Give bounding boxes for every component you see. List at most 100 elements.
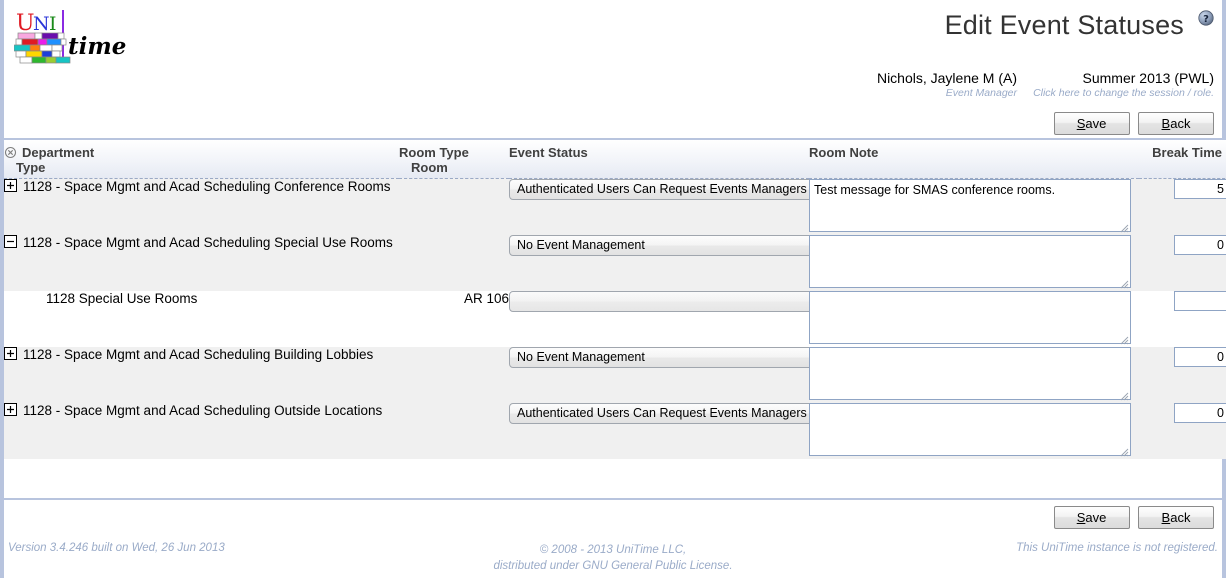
save-button-top[interactable]: Save — [1053, 112, 1130, 135]
room-note-wrapper — [809, 402, 1131, 456]
plus-icon[interactable] — [4, 346, 17, 360]
svg-text:N: N — [33, 13, 50, 35]
save-button-bottom[interactable]: Save — [1053, 506, 1130, 529]
break-time-input[interactable] — [1174, 234, 1226, 255]
session-info[interactable]: Summer 2013 (PWL) Click here to change t… — [1033, 70, 1214, 100]
cell-room-type — [399, 178, 509, 235]
cell-department: 1128 - Space Mgmt and Acad Scheduling Co… — [4, 178, 399, 235]
cell-event-status: Authenticated Users Can Request Events M… — [509, 178, 904, 235]
collapse-all-icon[interactable] — [4, 146, 17, 159]
department-label: 1128 - Space Mgmt and Acad Scheduling Sp… — [23, 234, 393, 250]
cell-room-note — [809, 290, 1139, 347]
cell-break-time — [1139, 178, 1226, 235]
column-header-event-status-label: Event Status — [509, 145, 588, 160]
page-title: Edit Event Statuses — [944, 10, 1184, 40]
unitime-logo: U N I time — [14, 8, 138, 70]
cell-room-note — [809, 178, 1139, 235]
application-page: U N I time Edit Event Statuses ? Nichols… — [0, 0, 1226, 578]
column-header-break-time-label: Break Time — [1152, 145, 1222, 160]
back-button-top[interactable]: Back — [1138, 112, 1214, 135]
save-label-top: ave — [1085, 116, 1107, 131]
cell-room-type: AR 106 — [399, 290, 509, 347]
cell-break-time — [1139, 290, 1226, 347]
help-question-icon[interactable]: ? — [1198, 10, 1214, 26]
department-label: 1128 Special Use Rooms — [46, 290, 198, 306]
footer-registration: This UniTime instance is not registered. — [1016, 542, 1218, 554]
cell-room-note — [809, 402, 1139, 459]
cell-room-type — [399, 402, 509, 459]
column-header-room-note[interactable]: Room Note — [809, 140, 1139, 179]
column-header-room-type[interactable]: Room Type Room — [399, 140, 509, 179]
cell-event-status: Authenticated Users Can Request Events M… — [509, 402, 904, 459]
cell-break-time — [1139, 402, 1226, 459]
room-note-wrapper — [809, 290, 1131, 344]
column-header-break-time[interactable]: Break Time — [1139, 140, 1226, 179]
cell-room-note — [809, 346, 1139, 403]
page-footer: Version 3.4.246 built on Wed, 26 Jun 201… — [4, 538, 1222, 578]
department-label: 1128 - Space Mgmt and Acad Scheduling Bu… — [23, 346, 374, 362]
room-type-label: AR 106 — [463, 290, 509, 306]
break-time-input[interactable] — [1174, 402, 1226, 423]
break-time-input[interactable] — [1174, 178, 1226, 199]
table-row: 1128 - Space Mgmt and Acad Scheduling Bu… — [4, 346, 1226, 403]
room-note-input[interactable] — [809, 346, 1131, 400]
department-label: 1128 - Space Mgmt and Acad Scheduling Ou… — [23, 402, 383, 418]
cell-event-status — [509, 290, 904, 347]
table-body: 1128 - Space Mgmt and Acad Scheduling Co… — [4, 178, 1226, 459]
cell-department: 1128 - Space Mgmt and Acad Scheduling Ou… — [4, 402, 399, 459]
minus-icon[interactable] — [4, 234, 17, 248]
room-note-input[interactable] — [809, 178, 1131, 232]
column-header-event-status[interactable]: Event Status — [509, 140, 809, 179]
svg-text:?: ? — [1203, 14, 1209, 25]
back-accel-bottom: B — [1161, 510, 1171, 525]
back-label-top: ack — [1170, 116, 1191, 131]
top-button-bar: Save Back — [4, 112, 1222, 140]
cell-event-status: No Event Management — [509, 346, 904, 403]
table-row: 1128 - Space Mgmt and Acad Scheduling Co… — [4, 178, 1226, 235]
cell-room-type — [399, 234, 509, 291]
table-row: 1128 - Space Mgmt and Acad Scheduling Ou… — [4, 402, 1226, 459]
cell-event-status: No Event Management — [509, 234, 904, 291]
room-note-wrapper — [809, 346, 1131, 400]
table-row: 1128 Special Use Rooms AR 106 — [4, 290, 1226, 347]
cell-break-time — [1139, 234, 1226, 291]
bottom-button-bar: Save Back — [4, 498, 1222, 538]
room-note-input[interactable] — [809, 290, 1131, 344]
room-note-input[interactable] — [809, 234, 1131, 288]
event-statuses-table: Department Type Room Type Room Event Sta… — [4, 140, 1226, 459]
cell-department: 1128 Special Use Rooms — [4, 290, 399, 347]
back-label-bottom: ack — [1170, 510, 1191, 525]
column-header-department-label: Department — [22, 145, 95, 160]
change-session-role-link[interactable]: Click here to change the session / role. — [1033, 87, 1214, 100]
page-header: U N I time Edit Event Statuses ? Nichols… — [4, 0, 1222, 112]
column-header-room-type-label: Room Type — [399, 145, 469, 160]
footer-copyright-line2: distributed under GNU General Public Lic… — [493, 560, 733, 572]
svg-text:I: I — [49, 13, 57, 35]
plus-icon[interactable] — [4, 402, 17, 416]
column-header-room-label: Room — [411, 160, 448, 175]
svg-text:time: time — [68, 33, 126, 60]
plus-icon[interactable] — [4, 178, 17, 192]
break-time-input[interactable] — [1174, 290, 1226, 311]
cell-room-type — [399, 346, 509, 403]
back-button-bottom[interactable]: Back — [1138, 506, 1214, 529]
svg-text:U: U — [16, 11, 35, 36]
back-accel-top: B — [1161, 116, 1171, 131]
cell-department: 1128 - Space Mgmt and Acad Scheduling Bu… — [4, 346, 399, 403]
department-label: 1128 - Space Mgmt and Acad Scheduling Co… — [23, 178, 391, 194]
room-note-wrapper — [809, 178, 1131, 232]
cell-break-time — [1139, 346, 1226, 403]
session-name: Summer 2013 (PWL) — [1082, 70, 1214, 86]
break-time-input[interactable] — [1174, 346, 1226, 367]
table-header-row: Department Type Room Type Room Event Sta… — [4, 140, 1226, 179]
table-row: 1128 - Space Mgmt and Acad Scheduling Sp… — [4, 234, 1226, 291]
cell-room-note — [809, 234, 1139, 291]
column-header-department[interactable]: Department Type — [4, 140, 399, 179]
column-header-type-label: Type — [16, 160, 46, 175]
user-info: Nichols, Jaylene M (A) Event Manager — [877, 70, 1017, 100]
room-note-input[interactable] — [809, 402, 1131, 456]
cell-department: 1128 - Space Mgmt and Acad Scheduling Sp… — [4, 234, 399, 291]
user-role: Event Manager — [945, 87, 1017, 99]
room-note-wrapper — [809, 234, 1131, 288]
save-label-bottom: ave — [1085, 510, 1107, 525]
